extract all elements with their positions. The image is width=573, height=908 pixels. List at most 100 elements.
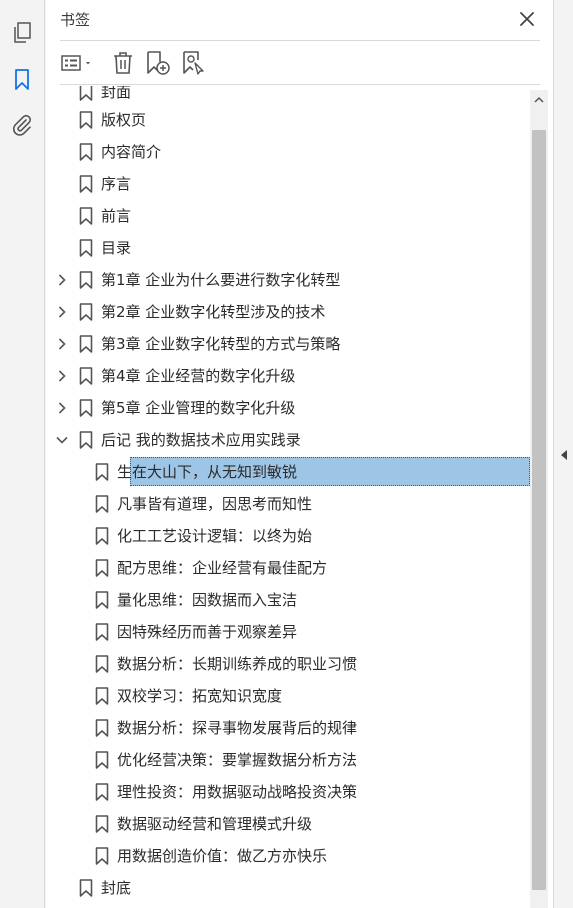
- bookmark-child-item[interactable]: 因特殊经历而善于观察差异: [46, 616, 530, 648]
- bookmark-label: 后记 我的数据技术应用实践录: [101, 431, 301, 449]
- bookmark-icon: [79, 239, 93, 257]
- bookmarks-icon[interactable]: [8, 66, 36, 94]
- bookmark-icon: [79, 86, 93, 101]
- bookmark-icon: [79, 175, 93, 193]
- bookmark-label: 生在大山下，从无知到敏锐: [117, 463, 298, 481]
- bookmark-child-item[interactable]: 凡事皆有道理，因思考而知性: [46, 488, 530, 520]
- bookmark-item[interactable]: 前言: [46, 200, 530, 232]
- trash-icon[interactable]: [110, 49, 136, 77]
- bookmark-tree: 封面 版权页内容简介序言前言目录第1章 企业为什么要进行数字化转型 第2章 企业数…: [46, 86, 530, 908]
- bookmark-icon: [95, 655, 109, 673]
- bookmark-icon: [79, 207, 93, 225]
- bookmark-label: 版权页: [101, 111, 147, 129]
- close-icon[interactable]: [515, 7, 539, 31]
- chevron-right-icon[interactable]: [54, 272, 70, 288]
- bookmark-icon: [95, 495, 109, 513]
- bookmark-child-item[interactable]: 双校学习：拓宽知识宽度: [46, 680, 530, 712]
- bookmarks-panel: 书签 封面 版权页 内容简介 序言 前言 目录 第1章 企业为什么要进行数字化转…: [46, 0, 553, 908]
- bookmark-item[interactable]: 第3章 企业数字化转型的方式与策略: [46, 328, 530, 360]
- panel-title: 书签: [60, 11, 91, 29]
- bookmark-label: 数据分析：探寻事物发展背后的规律: [117, 719, 358, 737]
- bookmark-label: 第4章 企业经营的数字化升级: [101, 367, 296, 385]
- bookmark-icon: [79, 431, 93, 449]
- vertical-scrollbar[interactable]: [530, 90, 548, 908]
- bookmark-icon: [95, 559, 109, 577]
- options-menu-button[interactable]: [60, 49, 98, 77]
- bookmark-child-item[interactable]: 数据驱动经营和管理模式升级: [46, 808, 530, 840]
- bookmark-label: 数据分析：长期训练养成的职业习惯: [117, 655, 358, 673]
- bookmark-icon: [95, 463, 109, 481]
- bookmark-icon: [79, 335, 93, 353]
- divider: [60, 84, 540, 85]
- bookmark-icon: [95, 687, 109, 705]
- bookmark-label: 序言: [101, 175, 132, 193]
- bookmark-item[interactable]: 封底: [46, 872, 530, 904]
- bookmark-icon: [79, 271, 93, 289]
- bookmark-item[interactable]: 版权页: [46, 104, 530, 136]
- bookmark-icon: [95, 527, 109, 545]
- pages-icon[interactable]: [8, 19, 36, 47]
- chevron-right-icon[interactable]: [54, 368, 70, 384]
- bookmark-label: 目录: [101, 239, 132, 257]
- chevron-right-icon[interactable]: [54, 400, 70, 416]
- bookmark-icon: [95, 815, 109, 833]
- navigation-rail: [0, 0, 45, 908]
- bookmark-icon: [79, 111, 93, 129]
- scroll-up-arrow-icon[interactable]: [530, 90, 548, 110]
- bookmark-label: 封面: [101, 86, 132, 101]
- bookmark-icon: [95, 751, 109, 769]
- bookmark-label: 第5章 企业管理的数字化升级: [101, 399, 296, 417]
- collapse-panel-strip: [553, 0, 573, 908]
- bookmark-icon: [95, 847, 109, 865]
- bookmark-label: 化工工艺设计逻辑：以终为始: [117, 527, 313, 545]
- bookmark-icon: [95, 623, 109, 641]
- bookmark-item[interactable]: 后记 我的数据技术应用实践录: [46, 424, 530, 456]
- bookmark-child-item[interactable]: 用数据创造价值：做乙方亦快乐: [46, 840, 530, 872]
- bookmark-icon: [95, 591, 109, 609]
- bookmark-icon: [79, 143, 93, 161]
- bookmark-label: 优化经营决策：要掌握数据分析方法: [117, 751, 358, 769]
- attachments-icon[interactable]: [8, 111, 36, 139]
- bookmark-child-item[interactable]: 量化思维：因数据而入宝洁: [46, 584, 530, 616]
- bookmark-item[interactable]: 第5章 企业管理的数字化升级: [46, 392, 530, 424]
- bookmark-label: 配方思维：企业经营有最佳配方: [117, 559, 328, 577]
- bookmark-label: 内容简介: [101, 143, 162, 161]
- bookmark-item[interactable]: 第2章 企业数字化转型涉及的技术: [46, 296, 530, 328]
- bookmark-label: 第3章 企业数字化转型的方式与策略: [101, 335, 341, 353]
- bookmark-search-icon[interactable]: [180, 49, 208, 77]
- bookmark-label: 量化思维：因数据而入宝洁: [117, 591, 298, 609]
- bookmark-item[interactable]: 序言: [46, 168, 530, 200]
- collapse-arrow-icon[interactable]: [559, 448, 569, 462]
- add-bookmark-icon[interactable]: [144, 49, 172, 77]
- bookmark-item[interactable]: 内容简介: [46, 136, 530, 168]
- bookmark-label: 数据驱动经营和管理模式升级: [117, 815, 313, 833]
- bookmark-label: 凡事皆有道理，因思考而知性: [117, 495, 313, 513]
- bookmark-label: 第1章 企业为什么要进行数字化转型: [101, 271, 341, 289]
- chevron-down-icon[interactable]: [54, 432, 70, 448]
- bookmark-item[interactable]: 目录: [46, 232, 530, 264]
- bookmark-child-item[interactable]: 配方思维：企业经营有最佳配方: [46, 552, 530, 584]
- bookmark-label: 前言: [101, 207, 132, 225]
- bookmark-item[interactable]: 第4章 企业经营的数字化升级: [46, 360, 530, 392]
- chevron-right-icon[interactable]: [54, 304, 70, 320]
- bookmark-child-item[interactable]: 生在大山下，从无知到敏锐: [46, 456, 530, 488]
- bookmark-icon: [79, 303, 93, 321]
- bookmarks-toolbar: [46, 41, 553, 85]
- bookmark-icon: [95, 719, 109, 737]
- bookmark-label: 用数据创造价值：做乙方亦快乐: [117, 847, 328, 865]
- bookmark-child-item[interactable]: 数据分析：长期训练养成的职业习惯: [46, 648, 530, 680]
- bookmark-label: 双校学习：拓宽知识宽度: [117, 687, 283, 705]
- bookmark-child-item[interactable]: 理性投资：用数据驱动战略投资决策: [46, 776, 530, 808]
- bookmark-child-item[interactable]: 数据分析：探寻事物发展背后的规律: [46, 712, 530, 744]
- bookmark-label: 第2章 企业数字化转型涉及的技术: [101, 303, 326, 321]
- bookmark-label: 理性投资：用数据驱动战略投资决策: [117, 783, 358, 801]
- scroll-thumb[interactable]: [532, 130, 546, 890]
- bookmark-item[interactable]: 第1章 企业为什么要进行数字化转型: [46, 264, 530, 296]
- chevron-right-icon[interactable]: [54, 336, 70, 352]
- bookmark-icon: [95, 783, 109, 801]
- bookmark-icon: [79, 879, 93, 897]
- bookmark-label: 因特殊经历而善于观察差异: [117, 623, 298, 641]
- bookmark-child-item[interactable]: 化工工艺设计逻辑：以终为始: [46, 520, 530, 552]
- bookmark-label: 封底: [101, 879, 132, 897]
- bookmark-child-item[interactable]: 优化经营决策：要掌握数据分析方法: [46, 744, 530, 776]
